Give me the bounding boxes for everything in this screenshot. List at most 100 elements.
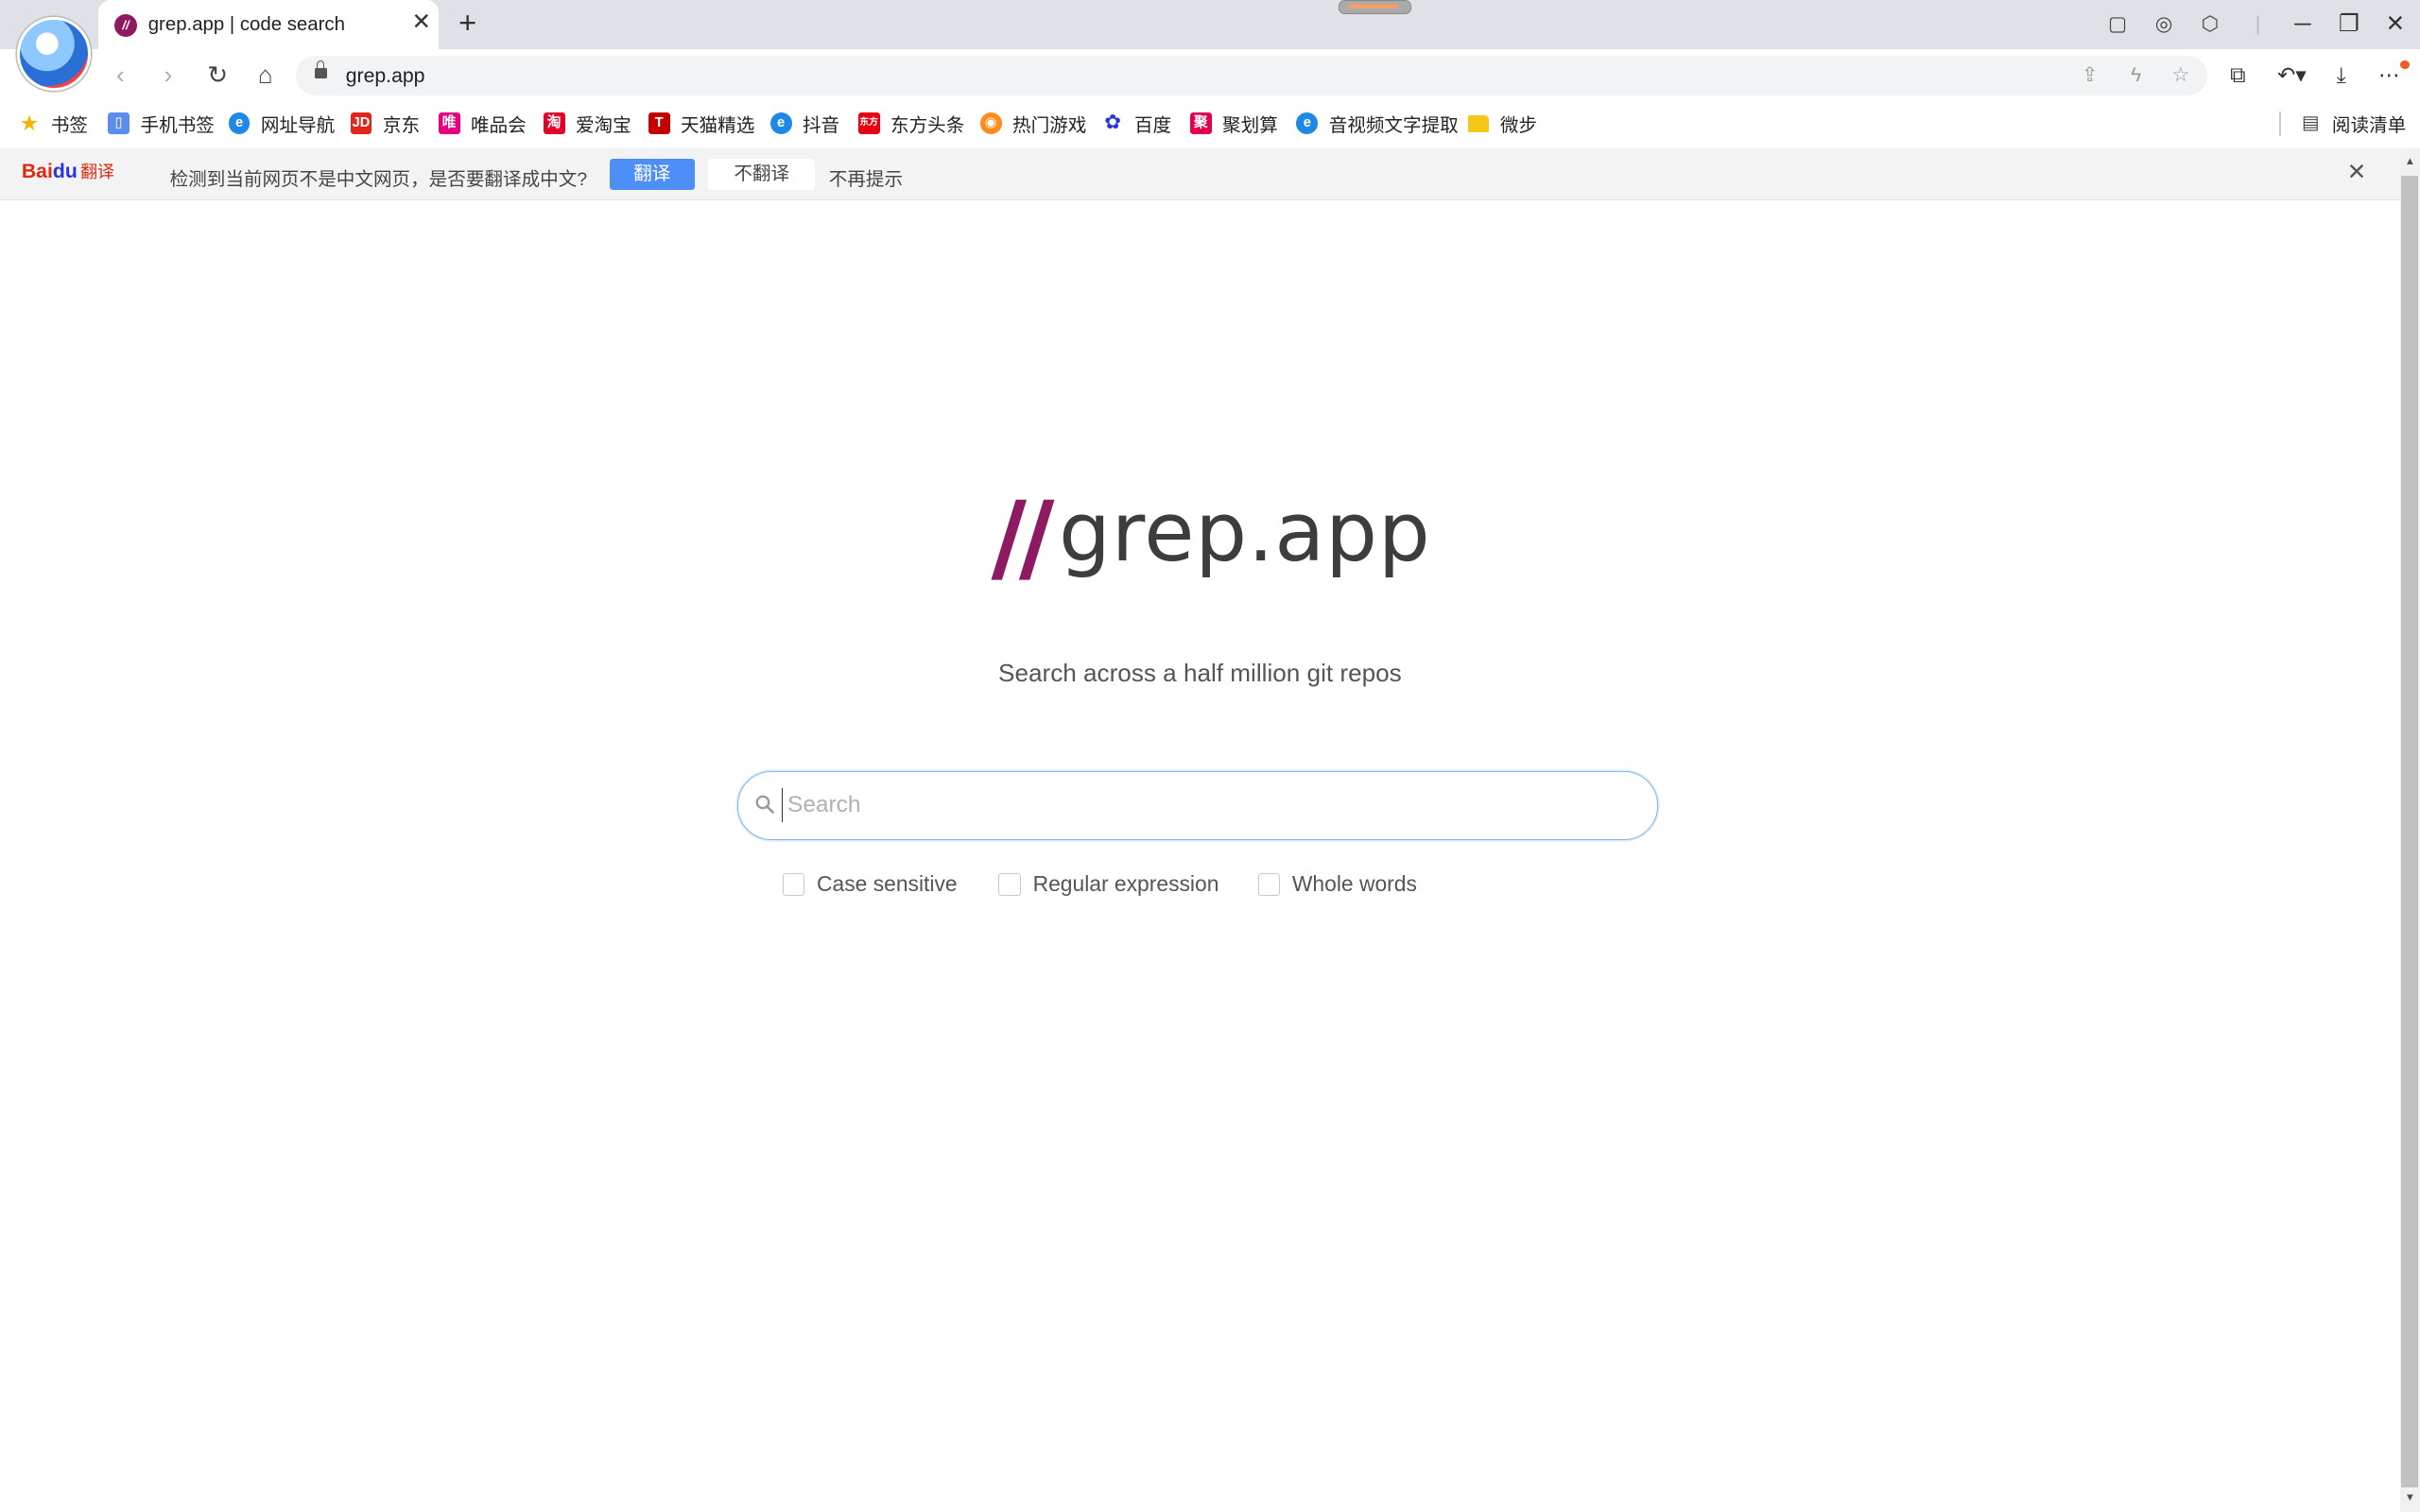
bookmark-item[interactable]: 唯 唯品会	[438, 110, 527, 137]
extensions-icon[interactable]: ⧉	[2224, 61, 2252, 89]
navigation-toolbar: ‹ › ↻ ⌂ grep.app ⇪ ϟ ☆ ⧉ ↶▾ ⤓ ⋯	[0, 49, 2420, 102]
juhuasuan-icon: 聚	[1189, 112, 1212, 135]
case-sensitive-label[interactable]: Case sensitive	[817, 871, 958, 897]
title-bar: // grep.app | code search ✕ + ▢ ◎ ⬡ | ─ …	[0, 0, 2420, 50]
vertical-scrollbar[interactable]: ▲ ▼	[2399, 147, 2420, 1512]
minimize-icon[interactable]: ─	[2288, 9, 2319, 41]
translate-message: 检测到当前网页不是中文网页，是否要翻译成中文?	[169, 169, 588, 191]
ie-icon: e	[1296, 112, 1319, 135]
back-icon[interactable]: ‹	[107, 61, 134, 89]
bookmark-item[interactable]: ◉ 热门游戏	[979, 110, 1086, 137]
lock-icon[interactable]	[315, 60, 328, 79]
bookmarks-bar: ★ 书签 ▯ 手机书签 e 网址导航 JD 京东 唯 唯品会 淘 爱淘宝 T 天…	[0, 101, 2420, 146]
bookmark-item[interactable]: e 抖音	[769, 110, 840, 137]
regex-checkbox[interactable]	[998, 873, 1021, 896]
home-icon[interactable]: ⌂	[251, 61, 279, 89]
skin-icon[interactable]: ⬡	[2198, 12, 2222, 37]
reading-list-button[interactable]: ▤ 阅读清单	[2300, 110, 2407, 137]
share-icon[interactable]: ⇪	[2078, 63, 2102, 88]
bookmark-label: 音视频文字提取	[1328, 115, 1459, 137]
ie-icon: e	[228, 112, 251, 135]
bookmark-label: 天猫精选	[680, 115, 755, 137]
baidu-logo-du: du	[52, 161, 78, 183]
bookmark-label: 书签	[50, 115, 89, 137]
reading-list-icon: ▤	[2301, 112, 2320, 134]
ie-icon: e	[769, 112, 792, 135]
tagline: Search across a half million git repos	[998, 659, 1402, 688]
bookmark-item[interactable]: ▯ 手机书签	[108, 110, 215, 137]
tab-close-icon[interactable]: ✕	[409, 10, 434, 35]
bookmark-item[interactable]: e 网址导航	[228, 110, 336, 137]
tmall-icon: T	[648, 112, 670, 135]
bookmark-item[interactable]: 聚 聚划算	[1189, 110, 1278, 137]
reading-list-label: 阅读清单	[2331, 115, 2407, 137]
bookmark-item[interactable]: 微步	[1467, 110, 1538, 137]
translate-button[interactable]: 翻译	[609, 159, 695, 190]
scroll-thumb[interactable]	[2401, 176, 2419, 1487]
whole-words-option[interactable]: Whole words	[1257, 871, 1417, 897]
regex-label[interactable]: Regular expression	[1033, 871, 1219, 897]
jd-icon: JD	[350, 112, 372, 135]
bookmark-item[interactable]: e 音视频文字提取	[1296, 110, 1459, 137]
tab-title: grep.app | code search	[147, 13, 345, 35]
download-icon[interactable]: ⤓	[2327, 61, 2355, 89]
bookmark-item[interactable]: JD 京东	[350, 110, 421, 137]
whole-words-checkbox[interactable]	[1257, 873, 1280, 896]
browser-window: // grep.app | code search ✕ + ▢ ◎ ⬡ | ─ …	[0, 0, 2420, 1512]
logo-text: grep.app	[1058, 486, 1431, 581]
bookmark-label: 唯品会	[470, 115, 527, 137]
bookmark-label: 微步	[1499, 115, 1538, 137]
undo-close-icon[interactable]: ↶▾	[2272, 61, 2311, 89]
search-box[interactable]	[737, 771, 1658, 840]
baidu-paw-icon: ✿	[1104, 112, 1122, 134]
titlebar-divider: |	[2255, 13, 2261, 36]
url-text[interactable]: grep.app	[346, 65, 425, 88]
more-menu-icon[interactable]: ⋯	[2376, 61, 2403, 89]
tab-active[interactable]: // grep.app | code search ✕	[98, 0, 439, 50]
scroll-down-arrow-icon[interactable]: ▼	[2400, 1487, 2420, 1509]
bookmark-label: 网址导航	[260, 115, 336, 137]
user-avatar[interactable]	[16, 16, 91, 91]
incognito-icon[interactable]: ◎	[2152, 12, 2176, 37]
baidu-logo-fanyi: 翻译	[80, 163, 114, 182]
whole-words-label[interactable]: Whole words	[1292, 871, 1417, 897]
translate-close-icon[interactable]: ✕	[2344, 160, 2369, 185]
folder-icon	[1467, 114, 1490, 132]
bookmark-label: 东方头条	[890, 115, 965, 137]
bookmark-label: 聚划算	[1222, 115, 1278, 137]
never-prompt-link[interactable]: 不再提示	[829, 163, 903, 191]
case-sensitive-option[interactable]: Case sensitive	[782, 871, 958, 897]
regex-option[interactable]: Regular expression	[998, 871, 1219, 897]
no-translate-button[interactable]: 不翻译	[708, 159, 816, 190]
bookmark-item[interactable]: ★ 书签	[19, 110, 88, 137]
window-drag-handle[interactable]	[1338, 0, 1411, 15]
bookmark-item[interactable]: T 天猫精选	[648, 110, 755, 137]
address-bar[interactable]: grep.app ⇪ ϟ ☆	[296, 55, 2207, 96]
dftt-icon: 东方	[857, 112, 880, 135]
baidu-logo-bai: Bai	[21, 161, 53, 183]
bookmark-item[interactable]: 东方 东方头条	[857, 110, 965, 137]
tab-list-icon[interactable]: ▢	[2105, 12, 2130, 37]
grep-slash-logo-icon	[991, 499, 1055, 580]
bookmark-label: 爱淘宝	[575, 115, 631, 137]
forward-icon[interactable]: ›	[154, 61, 182, 89]
scroll-up-arrow-icon[interactable]: ▲	[2400, 151, 2420, 173]
vip-icon: 唯	[438, 112, 460, 135]
case-sensitive-checkbox[interactable]	[782, 873, 804, 896]
restore-icon[interactable]: ❐	[2334, 9, 2365, 41]
search-icon	[755, 795, 774, 815]
bookmark-label: 抖音	[802, 115, 840, 137]
lightning-icon[interactable]: ϟ	[2124, 63, 2149, 88]
bookmark-label: 京东	[382, 115, 421, 137]
game-icon: ◉	[979, 112, 1002, 135]
bookmark-item[interactable]: 淘 爱淘宝	[543, 110, 631, 137]
star-icon: ★	[19, 111, 40, 136]
search-input[interactable]	[782, 787, 1636, 822]
bookmarks-divider	[2279, 111, 2282, 136]
close-window-icon[interactable]: ✕	[2380, 9, 2411, 41]
new-tab-icon[interactable]: +	[452, 7, 483, 39]
reload-icon[interactable]: ↻	[204, 61, 232, 89]
favorite-star-icon[interactable]: ☆	[2169, 63, 2193, 88]
taobao-icon: 淘	[543, 112, 565, 135]
bookmark-item[interactable]: ✿ 百度	[1102, 110, 1171, 137]
